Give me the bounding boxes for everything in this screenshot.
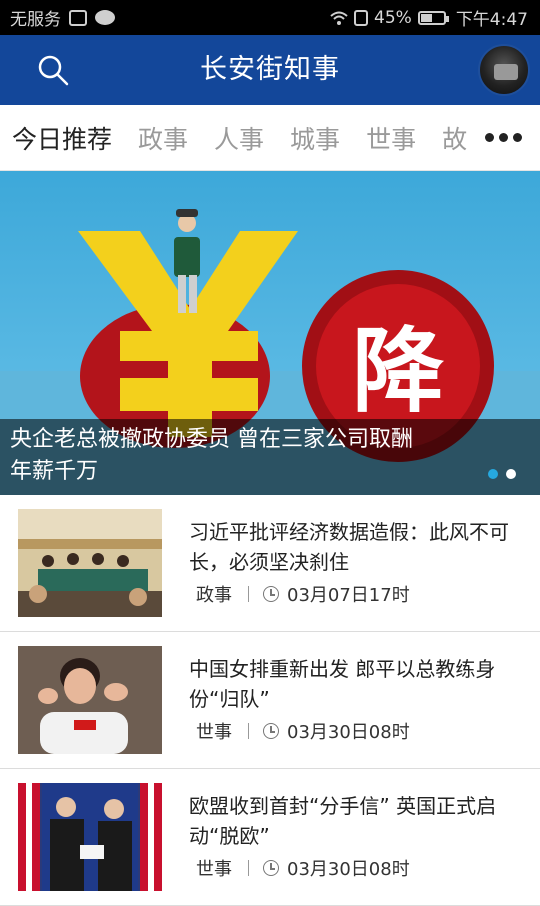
sim-icon <box>69 9 87 26</box>
tab-recommend[interactable]: 今日推荐 <box>12 120 112 156</box>
news-category: 政事 <box>196 585 232 606</box>
news-meta: 世事 03月30日08时 <box>196 718 410 744</box>
news-category: 世事 <box>196 722 232 743</box>
tab-world[interactable]: 世事 <box>366 120 416 156</box>
list-item[interactable]: 中国女排重新出发 郎平以总教练身份“归队” 世事 03月30日08时 <box>0 632 540 769</box>
news-title: 欧盟收到首封“分手信” 英国正式启动“脱欧” <box>189 794 497 848</box>
news-meta: 政事 03月07日17时 <box>196 581 410 607</box>
banner-caption: 央企老总被撤政协委员 曾在三家公司取酬年薪千万 <box>10 427 413 484</box>
battery-percent: 45% <box>374 7 412 28</box>
news-thumbnail <box>18 783 162 891</box>
battery-icon <box>417 10 449 25</box>
wechat-icon <box>95 10 115 25</box>
divider <box>248 723 249 739</box>
tab-story[interactable]: 故 <box>442 120 467 156</box>
carousel-indicator <box>488 469 516 479</box>
alert-icon <box>354 9 369 26</box>
news-title: 中国女排重新出发 郎平以总教练身份“归队” <box>189 657 496 711</box>
clock-time: 下午4:47 <box>455 10 528 30</box>
avatar[interactable] <box>478 44 530 96</box>
news-category: 世事 <box>196 859 232 880</box>
news-thumbnail <box>18 509 162 617</box>
news-time: 03月30日08时 <box>287 859 410 880</box>
news-time: 03月30日08时 <box>287 722 410 743</box>
banner-image-text: 降 <box>352 318 444 425</box>
category-tabs: 今日推荐 政事 人事 城事 世事 故 <box>0 105 540 171</box>
news-meta: 世事 03月30日08时 <box>196 855 410 881</box>
list-item[interactable]: 习近平批评经济数据造假：此风不可长，必须坚决刹住 政事 03月07日17时 <box>0 495 540 632</box>
app-title: 长安街知事 <box>200 54 340 85</box>
clock-icon <box>263 586 279 602</box>
tab-politics[interactable]: 政事 <box>138 120 188 156</box>
clock-icon <box>263 723 279 739</box>
more-dot-icon <box>498 132 508 142</box>
tab-personnel[interactable]: 人事 <box>214 120 264 156</box>
status-bar: 无服务 45% 下午4:47 <box>0 0 540 35</box>
carousel-dot[interactable] <box>506 469 516 479</box>
divider <box>248 586 249 602</box>
news-thumbnail <box>18 646 162 754</box>
wifi-icon <box>330 11 348 25</box>
more-dot-icon <box>512 132 522 142</box>
more-tabs-button[interactable] <box>474 119 532 155</box>
tab-city[interactable]: 城事 <box>290 120 340 156</box>
carousel-dot[interactable] <box>488 469 498 479</box>
list-item[interactable]: 欧盟收到首封“分手信” 英国正式启动“脱欧” 世事 03月30日08时 <box>0 769 540 906</box>
more-dot-icon <box>484 132 494 142</box>
headline-banner[interactable]: 降 央企老总被撤政协委员 曾在三家公司取酬年薪千万 <box>0 171 540 495</box>
divider <box>248 860 249 876</box>
carrier-text: 无服务 <box>10 10 61 30</box>
clock-icon <box>263 860 279 876</box>
news-title: 习近平批评经济数据造假：此风不可长，必须坚决刹住 <box>189 520 509 574</box>
news-time: 03月07日17时 <box>287 585 410 606</box>
app-header: 长安街知事 <box>0 35 540 105</box>
news-list: 习近平批评经济数据造假：此风不可长，必须坚决刹住 政事 03月07日17时 中国… <box>0 495 540 906</box>
